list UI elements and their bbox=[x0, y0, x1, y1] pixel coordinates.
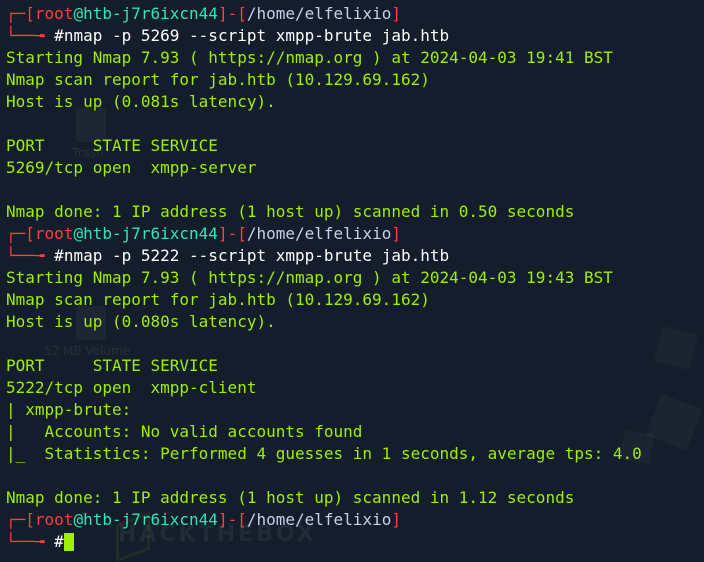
output-line: 5269/tcp open xmpp-server bbox=[6, 158, 257, 177]
prompt-bracket: [ bbox=[25, 4, 35, 23]
output-line: Nmap scan report for jab.htb (10.129.69.… bbox=[6, 290, 430, 309]
output-line: Nmap done: 1 IP address (1 host up) scan… bbox=[6, 202, 575, 221]
prompt-user: root bbox=[34, 224, 74, 243]
prompt-bracket: ] bbox=[391, 224, 401, 243]
prompt-at: @ bbox=[73, 510, 84, 529]
output-line: |_ Statistics: Performed 4 guesses in 1 … bbox=[6, 444, 642, 463]
command-text: nmap -p 5222 --script xmpp-brute jab.htb bbox=[63, 246, 450, 265]
output-line: Host is up (0.081s latency). bbox=[6, 92, 276, 111]
prompt-path: /home/elfelixio bbox=[246, 224, 392, 243]
prompt-line: ┌─[root@htb-j7r6ixcn44]-[/home/elfelixio… bbox=[6, 223, 704, 245]
prompt-hostname: htb-j7r6ixcn44 bbox=[83, 510, 218, 529]
prompt-bracket: ] bbox=[391, 510, 401, 529]
prompt-hash: # bbox=[54, 532, 64, 551]
prompt-hostname: htb-j7r6ixcn44 bbox=[83, 224, 218, 243]
output-line: PORT STATE SERVICE bbox=[6, 136, 218, 155]
prompt-separator: ]-[ bbox=[217, 224, 247, 243]
terminal-output[interactable]: ┌─[root@htb-j7r6ixcn44]-[/home/elfelixio… bbox=[6, 3, 704, 553]
prompt-prefix-top: ┌─ bbox=[6, 224, 26, 243]
output-line: Starting Nmap 7.93 ( https://nmap.org ) … bbox=[6, 268, 613, 287]
prompt-bracket: ] bbox=[391, 4, 401, 23]
prompt-user: root bbox=[34, 510, 74, 529]
command-line: └──╼ #nmap -p 5269 --script xmpp-brute j… bbox=[6, 25, 704, 47]
output-line: Nmap done: 1 IP address (1 host up) scan… bbox=[6, 488, 575, 507]
command-text: nmap -p 5269 --script xmpp-brute jab.htb bbox=[63, 26, 450, 45]
output-line: PORT STATE SERVICE bbox=[6, 356, 218, 375]
prompt-prefix-top: ┌─ bbox=[6, 510, 26, 529]
prompt-path: /home/elfelixio bbox=[246, 510, 392, 529]
prompt-at: @ bbox=[73, 224, 84, 243]
output-line: Starting Nmap 7.93 ( https://nmap.org ) … bbox=[6, 48, 613, 67]
output-line: | Accounts: No valid accounts found bbox=[6, 422, 363, 441]
prompt-prefix-bottom: └──╼ bbox=[6, 26, 55, 45]
text-cursor[interactable] bbox=[63, 533, 74, 551]
prompt-bracket: [ bbox=[25, 224, 35, 243]
command-line: └──╼ #nmap -p 5222 --script xmpp-brute j… bbox=[6, 245, 704, 267]
prompt-prefix-bottom: └──╼ bbox=[6, 246, 55, 265]
prompt-bracket: [ bbox=[25, 510, 35, 529]
prompt-at: @ bbox=[73, 4, 84, 23]
prompt-hash: # bbox=[54, 246, 64, 265]
output-line: 5222/tcp open xmpp-client bbox=[6, 378, 257, 397]
prompt-separator: ]-[ bbox=[217, 4, 247, 23]
prompt-hostname: htb-j7r6ixcn44 bbox=[83, 4, 218, 23]
output-line: | xmpp-brute: bbox=[6, 400, 132, 419]
output-line: Host is up (0.080s latency). bbox=[6, 312, 276, 331]
prompt-line: ┌─[root@htb-j7r6ixcn44]-[/home/elfelixio… bbox=[6, 509, 704, 531]
command-line: └──╼ # bbox=[6, 531, 704, 553]
prompt-prefix-top: ┌─ bbox=[6, 4, 26, 23]
output-line: Nmap scan report for jab.htb (10.129.69.… bbox=[6, 70, 430, 89]
prompt-user: root bbox=[34, 4, 74, 23]
prompt-hash: # bbox=[54, 26, 64, 45]
prompt-separator: ]-[ bbox=[217, 510, 247, 529]
prompt-line: ┌─[root@htb-j7r6ixcn44]-[/home/elfelixio… bbox=[6, 3, 704, 25]
prompt-prefix-bottom: └──╼ bbox=[6, 532, 55, 551]
prompt-path: /home/elfelixio bbox=[246, 4, 392, 23]
